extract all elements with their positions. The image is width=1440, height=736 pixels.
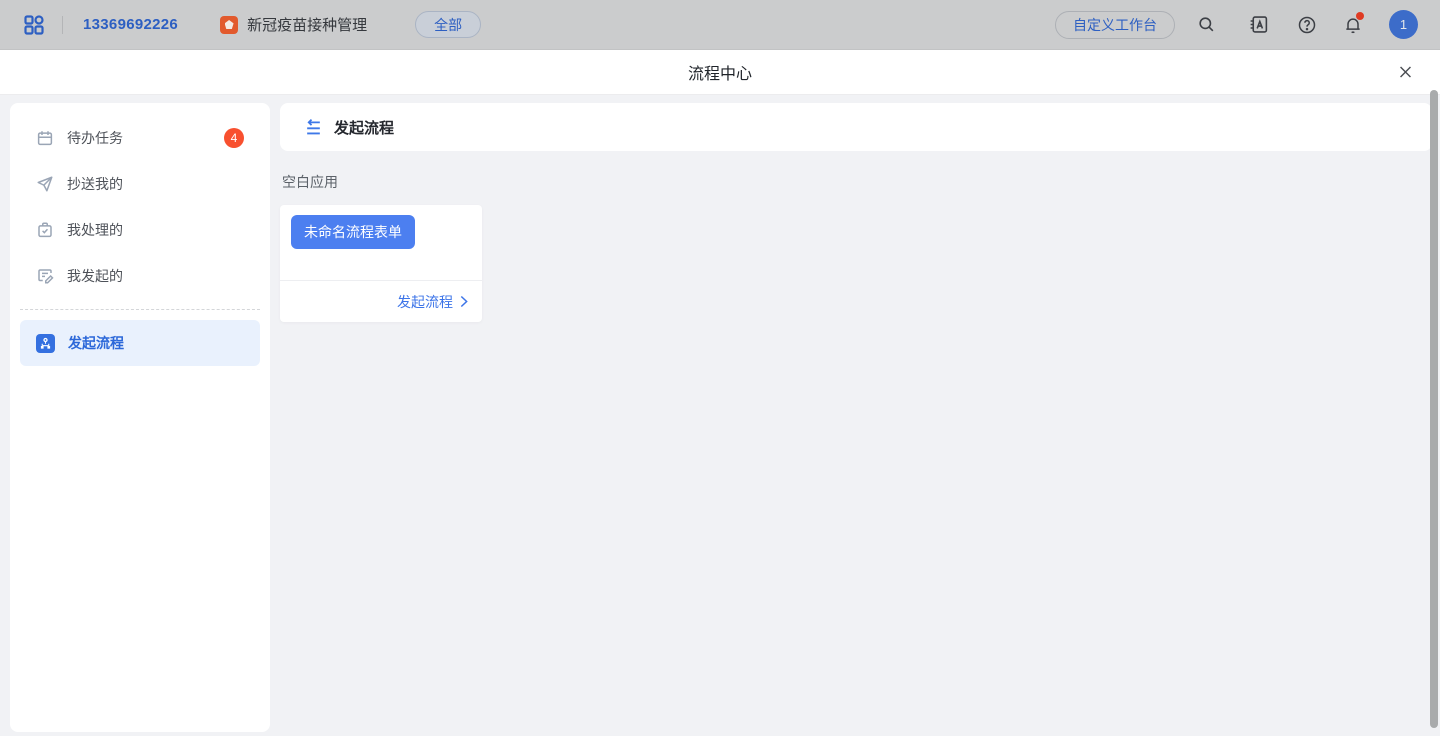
current-app-icon bbox=[220, 16, 238, 34]
content-section-header: 发起流程 bbox=[280, 103, 1432, 151]
vertical-scrollbar[interactable] bbox=[1430, 90, 1438, 728]
chevron-right-icon bbox=[456, 294, 471, 309]
sidebar-item-label: 待办任务 bbox=[67, 128, 224, 148]
sidebar-item-label: 发起流程 bbox=[68, 333, 244, 353]
topbar: 13369692226 新冠疫苗接种管理 全部 自定义工作台 1 bbox=[0, 0, 1440, 50]
sidebar-item-initiated-by-me[interactable]: 我发起的 bbox=[20, 253, 260, 299]
process-center-body: 待办任务 4 抄送我的 我处理的 bbox=[0, 96, 1440, 736]
initiate-process-label: 发起流程 bbox=[397, 292, 453, 312]
initiate-process-link[interactable]: 发起流程 bbox=[291, 281, 471, 322]
process-form-button[interactable]: 未命名流程表单 bbox=[291, 215, 415, 249]
filter-all-pill[interactable]: 全部 bbox=[415, 11, 481, 38]
close-icon[interactable] bbox=[1393, 60, 1418, 85]
todo-calendar-icon bbox=[36, 129, 54, 147]
help-icon[interactable] bbox=[1297, 15, 1317, 35]
sidebar-item-handled-by-me[interactable]: 我处理的 bbox=[20, 207, 260, 253]
notification-dot bbox=[1356, 12, 1364, 20]
todo-count-badge: 4 bbox=[224, 128, 244, 148]
app-group-label: 空白应用 bbox=[282, 172, 1432, 192]
modal-header: 流程中心 bbox=[0, 50, 1440, 95]
edit-doc-icon bbox=[36, 267, 54, 285]
content-section-title: 发起流程 bbox=[334, 117, 394, 138]
sidebar-item-label: 抄送我的 bbox=[67, 174, 244, 194]
notification-bell-icon[interactable] bbox=[1343, 15, 1363, 35]
topbar-divider bbox=[62, 16, 63, 34]
paper-plane-icon bbox=[36, 175, 54, 193]
sidebar-item-todo-tasks[interactable]: 待办任务 4 bbox=[20, 115, 260, 161]
sidebar-divider bbox=[20, 309, 260, 310]
blank-app-card: 未命名流程表单 发起流程 bbox=[280, 205, 482, 322]
flow-chart-icon bbox=[36, 334, 55, 353]
content-area: 发起流程 空白应用 未命名流程表单 发起流程 bbox=[280, 103, 1432, 736]
page-title: 流程中心 bbox=[688, 60, 752, 84]
apps-grid-icon[interactable] bbox=[22, 13, 46, 37]
sidebar: 待办任务 4 抄送我的 我处理的 bbox=[10, 103, 270, 732]
sidebar-item-label: 我处理的 bbox=[67, 220, 244, 240]
sidebar-item-initiate-process[interactable]: 发起流程 bbox=[20, 320, 260, 366]
customize-workbench-button[interactable]: 自定义工作台 bbox=[1055, 11, 1175, 39]
contacts-icon[interactable] bbox=[1248, 14, 1269, 35]
handled-check-icon bbox=[36, 221, 54, 239]
current-app-name[interactable]: 新冠疫苗接种管理 bbox=[247, 14, 367, 35]
search-icon[interactable] bbox=[1197, 15, 1216, 34]
sidebar-item-label: 我发起的 bbox=[67, 266, 244, 286]
process-list-icon bbox=[304, 118, 323, 137]
sidebar-item-cc-to-me[interactable]: 抄送我的 bbox=[20, 161, 260, 207]
org-name[interactable]: 13369692226 bbox=[83, 16, 178, 33]
user-avatar[interactable]: 1 bbox=[1389, 10, 1418, 39]
